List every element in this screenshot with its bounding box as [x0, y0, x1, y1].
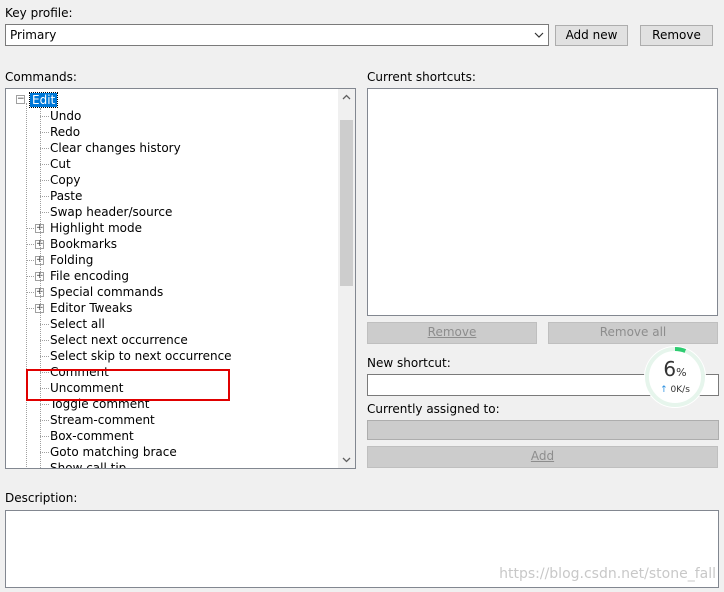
tree-connector: [40, 148, 49, 149]
tree-item[interactable]: Select skip to next occurrence: [6, 348, 336, 364]
currently-assigned-label: Currently assigned to:: [367, 402, 500, 416]
tree-item-label: Show call tip: [50, 461, 127, 468]
remove-all-shortcuts-button[interactable]: Remove all: [548, 322, 718, 344]
tree-item[interactable]: Swap header/source: [6, 204, 336, 220]
tree-item[interactable]: Show call tip: [6, 460, 336, 468]
tree-item[interactable]: Clear changes history: [6, 140, 336, 156]
key-profile-label: Key profile:: [5, 6, 73, 20]
percent-readout: 6%: [643, 357, 707, 381]
speed-value: 0K/s: [670, 385, 690, 395]
tree-connector: [26, 260, 34, 261]
tree-item-label: Copy: [50, 173, 81, 187]
tree-connector: [40, 420, 49, 421]
tree-connector: [40, 196, 49, 197]
tree-item[interactable]: + Bookmarks: [6, 236, 336, 252]
description-label: Description:: [5, 491, 78, 505]
tree-item-label: Stream-comment: [50, 413, 155, 427]
remove-shortcut-label: Remove: [427, 325, 477, 339]
highlight-annotation: [26, 369, 230, 401]
tree-item-label: Special commands: [50, 285, 164, 299]
watermark: https://blog.csdn.net/stone_fall: [499, 566, 716, 582]
tree-item[interactable]: + Highlight mode: [6, 220, 336, 236]
remove-profile-button[interactable]: Remove: [640, 25, 713, 46]
current-shortcuts-list[interactable]: [367, 88, 718, 316]
tree-item-label: Folding: [50, 253, 94, 267]
tree-item[interactable]: Stream-comment: [6, 412, 336, 428]
key-profile-value: Primary: [10, 28, 57, 42]
tree-connector: [40, 164, 49, 165]
tree-item[interactable]: Select next occurrence: [6, 332, 336, 348]
tree-connector: [40, 116, 49, 117]
tree-connector: [40, 132, 49, 133]
network-speed-widget[interactable]: 6% ↑ 0K/s: [643, 345, 707, 409]
tree-item-label: File encoding: [50, 269, 129, 283]
tree-connector: [26, 292, 34, 293]
new-shortcut-label: New shortcut:: [367, 356, 451, 370]
tree-connector: [26, 244, 34, 245]
upload-arrow-icon: ↑: [660, 385, 668, 395]
tree-connector: [40, 356, 49, 357]
tree-item[interactable]: Goto matching brace: [6, 444, 336, 460]
tree-item[interactable]: Undo: [6, 108, 336, 124]
add-shortcut-label: Add: [530, 449, 555, 463]
key-profile-dropdown[interactable]: Primary: [5, 24, 549, 46]
tree-connector: [40, 324, 49, 325]
tree-connector: [40, 404, 49, 405]
commands-scrollbar[interactable]: [338, 89, 355, 468]
tree-connector: [40, 108, 41, 468]
percent-value: 6: [663, 357, 677, 381]
tree-item-label: Goto matching brace: [50, 445, 177, 459]
tree-item[interactable]: Select all: [6, 316, 336, 332]
current-shortcuts-label: Current shortcuts:: [367, 70, 476, 84]
scroll-down-icon[interactable]: [338, 451, 355, 468]
tree-connector: [40, 436, 49, 437]
speed-readout: ↑ 0K/s: [643, 385, 707, 395]
collapse-icon[interactable]: −: [16, 95, 25, 104]
tree-item-label: Undo: [50, 109, 82, 123]
tree-connector: [40, 452, 49, 453]
tree-connector: [40, 212, 49, 213]
tree-item-label: Box-comment: [50, 429, 134, 443]
tree-connector: [26, 276, 34, 277]
tree-root-label[interactable]: Edit: [28, 92, 59, 108]
tree-item[interactable]: Redo: [6, 124, 336, 140]
tree-item[interactable]: Cut: [6, 156, 336, 172]
tree-item[interactable]: + File encoding: [6, 268, 336, 284]
tree-item[interactable]: + Special commands: [6, 284, 336, 300]
scroll-up-icon[interactable]: [338, 89, 355, 106]
tree-connector: [26, 308, 34, 309]
tree-item[interactable]: Box-comment: [6, 428, 336, 444]
add-shortcut-button[interactable]: Add: [367, 446, 718, 468]
tree-item-label: Swap header/source: [50, 205, 173, 219]
tree-connector: [40, 180, 49, 181]
tree-item-label: Editor Tweaks: [50, 301, 133, 315]
tree-item-label: Select next occurrence: [50, 333, 188, 347]
commands-label: Commands:: [5, 70, 77, 84]
commands-tree[interactable]: − Edit Undo Redo Clear changes history Cut C…: [5, 88, 356, 469]
tree-item[interactable]: Paste: [6, 188, 336, 204]
tree-item-label: Select all: [50, 317, 105, 331]
percent-unit: %: [676, 366, 687, 379]
tree-item[interactable]: + Folding: [6, 252, 336, 268]
tree-connector: [26, 228, 34, 229]
tree-item-label: Select skip to next occurrence: [50, 349, 232, 363]
chevron-down-icon[interactable]: [533, 28, 545, 42]
tree-item-label: Bookmarks: [50, 237, 118, 251]
tree-item-label: Cut: [50, 157, 71, 171]
scrollbar-thumb[interactable]: [340, 120, 353, 286]
tree-item[interactable]: + Editor Tweaks: [6, 300, 336, 316]
tree-connector: [40, 340, 49, 341]
remove-shortcut-button[interactable]: Remove: [367, 322, 537, 344]
tree-item-label: Redo: [50, 125, 81, 139]
tree-item-label: Highlight mode: [50, 221, 143, 235]
currently-assigned-field: [367, 420, 719, 440]
tree-item[interactable]: Copy: [6, 172, 336, 188]
tree-item-label: Clear changes history: [50, 141, 181, 155]
tree-root-row[interactable]: − Edit: [6, 92, 336, 108]
add-new-profile-button[interactable]: Add new: [555, 25, 628, 46]
tree-item-label: Paste: [50, 189, 83, 203]
